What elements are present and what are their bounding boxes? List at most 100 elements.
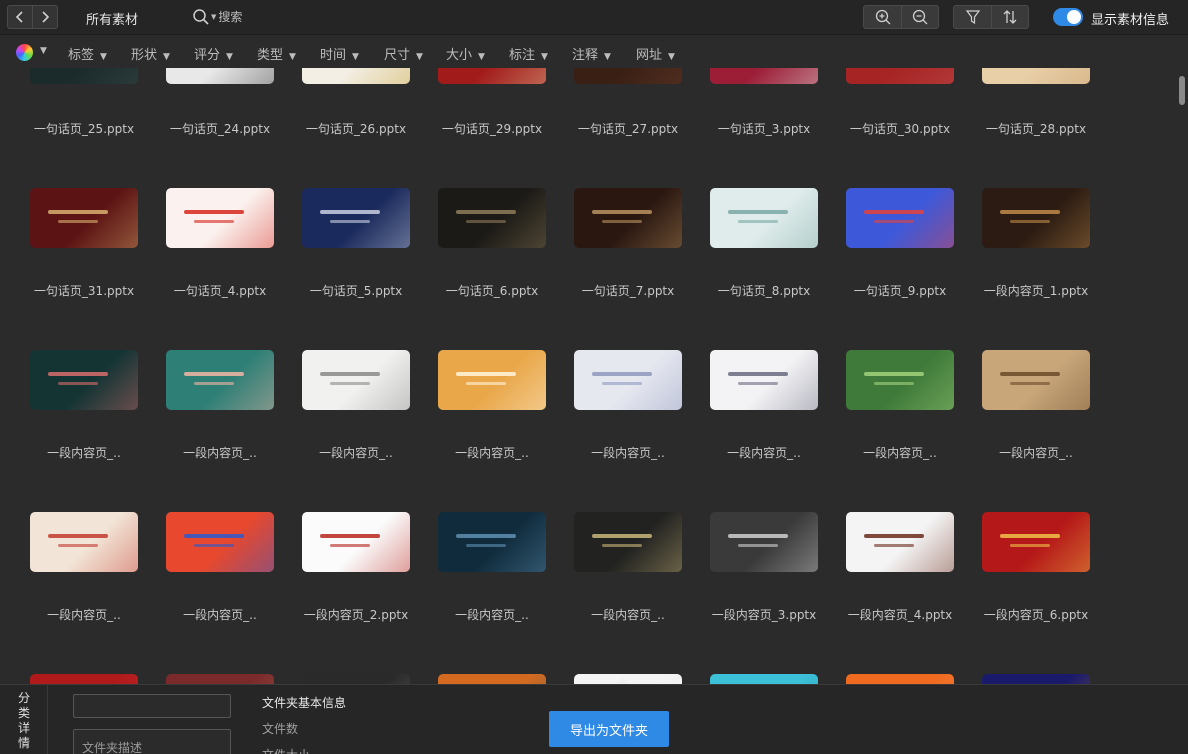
asset-thumbnail[interactable] — [982, 512, 1090, 572]
asset-thumbnail[interactable] — [302, 512, 410, 572]
asset-thumbnail[interactable] — [166, 68, 274, 84]
asset-thumbnail[interactable] — [982, 188, 1090, 248]
asset-thumbnail[interactable] — [302, 68, 410, 84]
asset-filename: 一句话页_28.pptx — [985, 122, 1087, 136]
asset-thumbnail[interactable] — [710, 68, 818, 84]
asset-thumbnail[interactable] — [166, 512, 274, 572]
asset-filename: 一句话页_4.pptx — [173, 284, 267, 298]
back-button[interactable] — [8, 6, 32, 28]
filter-note[interactable]: 注释 ▼ — [572, 44, 611, 63]
asset-filename: 一段内容页_.. — [455, 608, 529, 622]
thumbnail-content — [48, 534, 108, 538]
asset-thumbnail[interactable] — [302, 350, 410, 410]
filter-label: 形状 — [131, 48, 158, 63]
asset-thumbnail[interactable] — [846, 512, 954, 572]
funnel-icon — [965, 10, 980, 25]
asset-thumbnail[interactable] — [30, 674, 138, 684]
thumbnail-content — [466, 220, 506, 223]
asset-filename: 一段内容页_.. — [455, 446, 529, 460]
asset-thumbnail[interactable] — [710, 512, 818, 572]
forward-button[interactable] — [32, 6, 57, 28]
asset-thumbnail[interactable] — [438, 350, 546, 410]
asset-thumbnail[interactable] — [982, 68, 1090, 84]
thumbnail-content — [602, 220, 642, 223]
show-info-toggle[interactable] — [1053, 8, 1083, 26]
asset-filename: 一句话页_31.pptx — [33, 284, 135, 298]
asset-filename: 一段内容页_3.pptx — [711, 608, 817, 622]
search-input[interactable] — [218, 10, 299, 24]
asset-thumbnail[interactable] — [302, 188, 410, 248]
asset-thumbnail[interactable] — [30, 68, 138, 84]
asset-thumbnail[interactable] — [438, 674, 546, 684]
chevron-down-icon: ▼ — [226, 52, 233, 62]
asset-thumbnail[interactable] — [846, 68, 954, 84]
sort-icon — [1003, 10, 1017, 24]
asset-thumbnail[interactable] — [574, 68, 682, 84]
search-box[interactable]: ▼ — [192, 8, 299, 26]
color-filter-icon[interactable] — [16, 44, 33, 61]
asset-thumbnail[interactable] — [166, 188, 274, 248]
asset-filename: 一段内容页_.. — [863, 446, 937, 460]
asset-thumbnail[interactable] — [302, 674, 410, 684]
asset-filename: 一句话页_5.pptx — [309, 284, 403, 298]
thumbnail-content — [1010, 220, 1050, 223]
asset-thumbnail[interactable] — [846, 674, 954, 684]
asset-thumbnail[interactable] — [982, 674, 1090, 684]
asset-thumbnail[interactable] — [710, 188, 818, 248]
chevron-right-icon — [42, 11, 50, 23]
color-filter-caret-icon[interactable]: ▼ — [40, 46, 47, 56]
asset-thumbnail[interactable] — [982, 350, 1090, 410]
filter-tag[interactable]: 标签 ▼ — [68, 44, 107, 63]
sort-button[interactable] — [991, 6, 1028, 28]
asset-thumbnail[interactable] — [438, 68, 546, 84]
asset-filename: 一段内容页_.. — [999, 446, 1073, 460]
filter-size[interactable]: 大小 ▼ — [446, 44, 485, 63]
asset-thumbnail[interactable] — [438, 188, 546, 248]
filter-label: 注释 — [572, 48, 599, 63]
asset-filename: 一句话页_25.pptx — [33, 122, 135, 136]
filter-dimensions[interactable]: 尺寸 ▼ — [384, 44, 423, 63]
export-folder-button[interactable]: 导出为文件夹 — [549, 711, 669, 747]
thumbnail-content — [1000, 534, 1060, 538]
grid-scrollbar[interactable] — [1176, 68, 1188, 684]
thumbnail-content — [592, 534, 652, 538]
asset-filename: 一句话页_26.pptx — [305, 122, 407, 136]
asset-thumbnail[interactable] — [710, 674, 818, 684]
asset-thumbnail[interactable] — [574, 188, 682, 248]
folder-description-input[interactable] — [73, 729, 231, 754]
filter-shape[interactable]: 形状 ▼ — [131, 44, 170, 63]
asset-filename: 一句话页_6.pptx — [445, 284, 539, 298]
thumbnail-content — [1000, 372, 1060, 376]
thumbnail-content — [728, 372, 788, 376]
filter-sort-group — [953, 5, 1029, 29]
filter-label: 类型 — [257, 48, 284, 63]
filter-url[interactable]: 网址 ▼ — [636, 44, 675, 63]
asset-thumbnail[interactable] — [438, 512, 546, 572]
asset-filename: 一段内容页_.. — [183, 608, 257, 622]
zoom-out-button[interactable] — [901, 6, 938, 28]
asset-thumbnail[interactable] — [846, 350, 954, 410]
filter-button[interactable] — [954, 6, 991, 28]
asset-thumbnail[interactable] — [30, 512, 138, 572]
folder-name-input[interactable] — [73, 694, 231, 718]
asset-thumbnail[interactable] — [846, 188, 954, 248]
asset-thumbnail[interactable] — [574, 512, 682, 572]
filter-annotation[interactable]: 标注 ▼ — [509, 44, 548, 63]
filter-rating[interactable]: 评分 ▼ — [194, 44, 233, 63]
thumbnail-content — [184, 210, 244, 214]
filter-time[interactable]: 时间 ▼ — [320, 44, 359, 63]
category-details-tab[interactable]: 分类详情 — [16, 691, 32, 751]
filter-type[interactable]: 类型 ▼ — [257, 44, 296, 63]
search-icon — [193, 9, 209, 25]
asset-thumbnail[interactable] — [30, 188, 138, 248]
asset-filename: 一句话页_29.pptx — [441, 122, 543, 136]
asset-thumbnail[interactable] — [710, 350, 818, 410]
scrollbar-thumb[interactable] — [1179, 76, 1185, 105]
search-scope-caret-icon[interactable]: ▼ — [211, 13, 216, 21]
asset-thumbnail[interactable] — [166, 674, 274, 684]
zoom-in-button[interactable] — [864, 6, 901, 28]
asset-thumbnail[interactable] — [30, 350, 138, 410]
asset-filename: 一段内容页_2.pptx — [303, 608, 409, 622]
asset-thumbnail[interactable] — [574, 350, 682, 410]
asset-thumbnail[interactable] — [166, 350, 274, 410]
